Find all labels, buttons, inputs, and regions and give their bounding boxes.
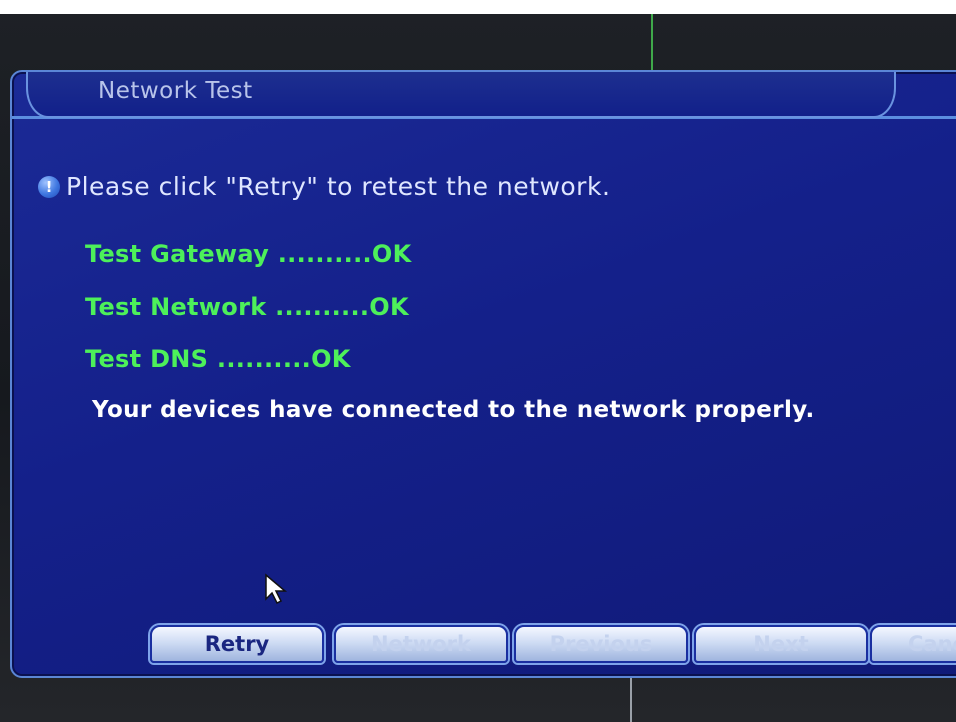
retry-button[interactable]: Retry — [150, 625, 324, 663]
cancel-button[interactable]: Canc — [870, 625, 956, 663]
previous-button[interactable]: Previous — [514, 625, 688, 663]
test-gateway-status: Test Gateway ..........OK — [85, 240, 412, 268]
monitor-bezel — [0, 0, 956, 14]
result-message: Your devices have connected to the netwo… — [92, 397, 815, 423]
network-button[interactable]: Network — [334, 625, 508, 663]
monitor-screen: Network Test ! Please click "Retry" to r… — [0, 0, 956, 722]
info-text: Please click "Retry" to retest the netwo… — [66, 172, 611, 201]
dialog-title: Network Test — [98, 78, 253, 104]
background-grid-line — [630, 676, 632, 722]
info-message: ! Please click "Retry" to retest the net… — [38, 172, 610, 201]
test-network-status: Test Network ..........OK — [85, 293, 409, 321]
test-dns-status: Test DNS ..........OK — [85, 345, 351, 373]
title-tab: Network Test — [26, 72, 896, 118]
next-button[interactable]: Next — [694, 625, 868, 663]
info-icon: ! — [38, 175, 60, 198]
mouse-pointer-icon — [265, 573, 288, 605]
network-test-dialog: Network Test ! Please click "Retry" to r… — [10, 70, 956, 678]
